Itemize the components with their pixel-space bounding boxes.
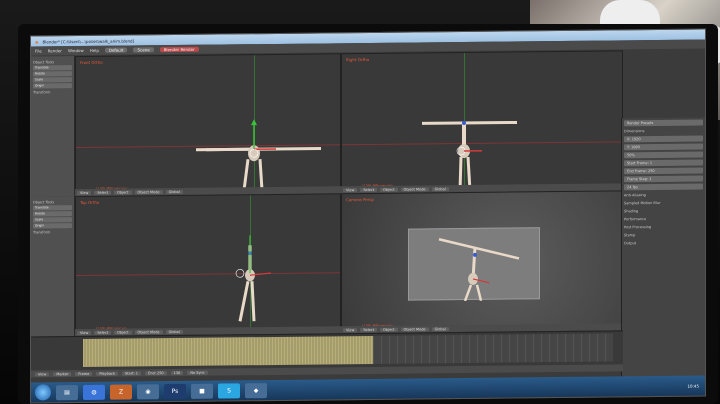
- scene-selector[interactable]: Scene: [133, 47, 154, 53]
- sync-mode-dropdown[interactable]: No Sync: [187, 370, 208, 375]
- scale-button[interactable]: Scale: [33, 217, 72, 223]
- view-menu[interactable]: View: [77, 330, 92, 335]
- viewport-camera[interactable]: Camera Persp (130) MPcomcam: [341, 190, 623, 334]
- timeline-frame-menu[interactable]: Frame: [75, 371, 93, 376]
- end-frame-field[interactable]: End: 250: [145, 370, 167, 375]
- timeline-playback-menu[interactable]: Playback: [96, 371, 118, 376]
- resolution-y-field[interactable]: Y: 1080: [624, 143, 703, 151]
- select-menu[interactable]: Select: [94, 190, 112, 195]
- app-icon[interactable]: ■: [191, 383, 213, 399]
- blender-taskbar-icon[interactable]: ◉: [137, 383, 159, 399]
- resolution-x-field[interactable]: X: 1920: [624, 135, 703, 143]
- object-menu[interactable]: Object: [380, 327, 398, 332]
- armature-figure: [196, 119, 321, 191]
- pivot-selector[interactable]: Global: [165, 189, 183, 194]
- shelf-title: Object Tools: [33, 60, 55, 65]
- skype-icon[interactable]: S: [218, 382, 240, 399]
- select-menu[interactable]: Select: [360, 187, 378, 192]
- menu-file[interactable]: File: [35, 48, 42, 53]
- filezilla-icon[interactable]: Z: [110, 383, 132, 400]
- app-icon[interactable]: ◆: [245, 382, 267, 398]
- start-frame-field[interactable]: Start Frame: 1: [624, 159, 703, 167]
- armature-figure: [235, 235, 272, 322]
- menu-help[interactable]: Help: [90, 48, 99, 53]
- pivot-selector[interactable]: Global: [431, 186, 449, 191]
- explorer-icon[interactable]: ▤: [56, 384, 78, 400]
- object-menu[interactable]: Object: [380, 187, 398, 192]
- section-output[interactable]: Output: [624, 239, 703, 246]
- armature-figure: [422, 120, 517, 192]
- select-menu[interactable]: Select: [360, 327, 378, 332]
- armature-figure: [438, 238, 520, 302]
- render-engine-selector[interactable]: Blender Render: [159, 46, 199, 53]
- shelf-title: Object Tools: [33, 200, 55, 205]
- blender-screen: ◉ Blender* [C:\Users\...\poses\walk_anim…: [30, 28, 706, 404]
- origin-button[interactable]: Origin: [33, 223, 72, 229]
- mode-selector[interactable]: Object Mode: [134, 189, 163, 194]
- rotate-button[interactable]: Rotate: [33, 71, 72, 77]
- frame-step-field[interactable]: Frame Step: 1: [624, 175, 703, 183]
- timeline-marker-menu[interactable]: Marker: [53, 371, 72, 376]
- blender-logo-icon: ◉: [35, 38, 39, 44]
- menu-window[interactable]: Window: [68, 48, 84, 53]
- render-presets-dropdown[interactable]: Render Presets: [624, 119, 703, 127]
- translate-button[interactable]: Translate: [33, 205, 72, 211]
- view-menu[interactable]: View: [77, 190, 92, 195]
- section-motion-blur[interactable]: Sampled Motion Blur: [624, 199, 703, 206]
- dimensions-section[interactable]: Dimensions: [624, 127, 703, 134]
- photoshop-icon[interactable]: Ps: [164, 383, 186, 399]
- section-stamp[interactable]: Stamp: [624, 231, 703, 238]
- viewport-label: Camera Persp: [346, 196, 374, 203]
- timeline-empty-range[interactable]: [373, 333, 613, 364]
- end-frame-field[interactable]: End Frame: 250: [624, 167, 703, 175]
- section-performance[interactable]: Performance: [624, 215, 703, 222]
- window-title: Blender* [C:\Users\...\poses\walk_anim.b…: [42, 37, 135, 44]
- rotate-button[interactable]: Rotate: [33, 211, 72, 217]
- select-menu[interactable]: Select: [94, 330, 112, 335]
- scale-button[interactable]: Scale: [33, 77, 72, 83]
- pivot-selector[interactable]: Global: [431, 326, 449, 331]
- chrome-icon[interactable]: ◍: [83, 384, 105, 400]
- timeline-keyframe-strip[interactable]: [83, 335, 373, 367]
- current-frame-field[interactable]: 130: [170, 370, 184, 375]
- viewport-front[interactable]: Front Ortho (130) MPcomcam: [75, 53, 341, 197]
- start-button[interactable]: [35, 384, 51, 401]
- fps-dropdown[interactable]: 24 fps: [624, 183, 703, 191]
- object-menu[interactable]: Object: [114, 189, 132, 195]
- object-menu[interactable]: Object: [114, 329, 132, 335]
- mode-selector[interactable]: Object Mode: [400, 326, 429, 332]
- mode-selector[interactable]: Object Mode: [400, 186, 429, 192]
- camera-frame: [408, 227, 540, 302]
- view-menu[interactable]: View: [343, 187, 358, 192]
- shelf-section: Transform: [33, 230, 51, 235]
- viewport-right[interactable]: Right Ortho (130) MPcomcam: [341, 50, 623, 194]
- section-post-processing[interactable]: Post Processing: [624, 223, 703, 230]
- layout-selector[interactable]: Default: [104, 47, 128, 53]
- view-menu[interactable]: View: [343, 327, 358, 332]
- menu-render[interactable]: Render: [48, 48, 62, 53]
- section-shading[interactable]: Shading: [624, 207, 703, 214]
- resolution-percent-field[interactable]: 50%: [624, 151, 703, 159]
- mode-selector[interactable]: Object Mode: [134, 329, 163, 334]
- translate-button[interactable]: Translate: [33, 65, 72, 71]
- section-anti-aliasing[interactable]: Anti-Aliasing: [624, 191, 703, 198]
- tool-shelf-lower: Object Tools Translate Rotate Scale Orig…: [31, 196, 75, 337]
- start-frame-field[interactable]: Start: 1: [121, 370, 142, 376]
- tool-shelf-upper: Object Tools Translate Rotate Scale Orig…: [31, 56, 75, 197]
- pivot-selector[interactable]: Global: [165, 329, 183, 334]
- taskbar-clock: 10:45: [687, 383, 699, 389]
- timeline-view-menu[interactable]: View: [35, 371, 50, 376]
- viewport-top[interactable]: Top Ortho (130) MPcomcam: [75, 193, 341, 337]
- properties-panel: Render Presets Dimensions X: 1920 Y: 108…: [621, 117, 705, 399]
- origin-button[interactable]: Origin: [33, 83, 72, 89]
- shelf-section: Transform: [33, 90, 51, 95]
